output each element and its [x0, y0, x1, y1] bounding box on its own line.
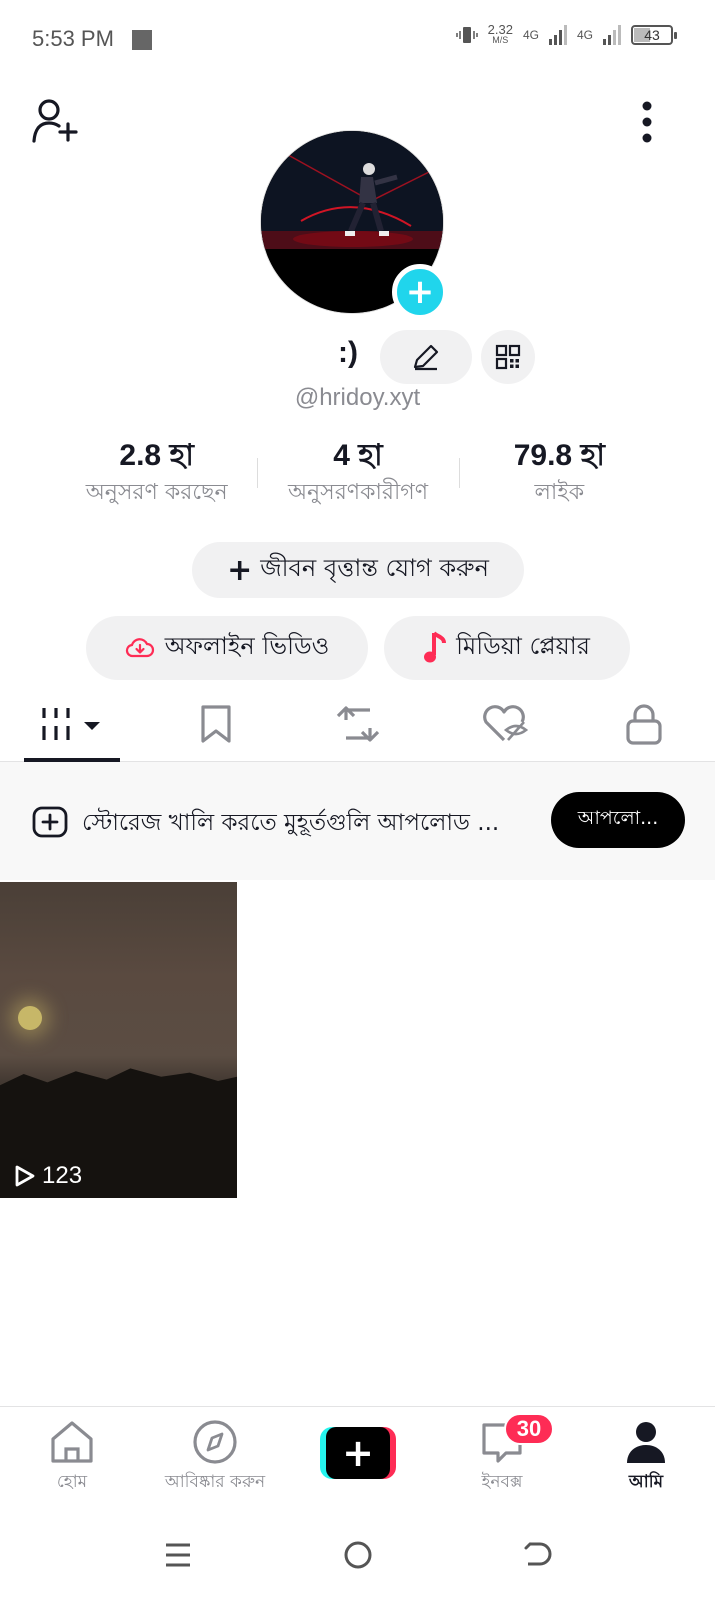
repost-icon	[336, 706, 380, 742]
nav-me-label: আমি	[628, 1472, 664, 1492]
tab-videos[interactable]	[24, 686, 120, 762]
stat-value: 4 হা	[333, 439, 383, 472]
inbox-badge: 30	[504, 1413, 554, 1445]
notification-icon	[132, 30, 152, 50]
bookmark-icon	[201, 705, 231, 743]
bottom-navigation: হোম আবিষ্কার করুন + ইনবক্স 30 আমি	[0, 1406, 715, 1510]
video-view-count: 123	[14, 1162, 82, 1190]
media-player-label: মিডিয়া প্লেয়ার	[456, 632, 590, 660]
grid-icon	[42, 708, 100, 740]
play-icon	[15, 1165, 35, 1187]
tab-private[interactable]	[604, 686, 684, 762]
signal-icon-2	[603, 25, 621, 45]
stat-followers[interactable]: 4 হা অনুসরণকারীগণ	[257, 436, 458, 510]
home-icon	[51, 1421, 93, 1463]
add-user-icon	[32, 99, 78, 143]
qr-code-button[interactable]	[481, 330, 535, 384]
add-friend-button[interactable]	[28, 96, 84, 146]
add-square-icon	[32, 806, 68, 838]
add-story-button[interactable]: +	[392, 264, 448, 320]
back-arrow-icon	[524, 1542, 552, 1566]
nav-discover[interactable]: আবিষ্কার করুন	[152, 1419, 278, 1497]
status-indicators: 2.32 M/S 4G 4G 43	[455, 22, 677, 46]
music-note-icon	[424, 631, 447, 663]
pencil-icon	[413, 344, 439, 371]
nav-home[interactable]: হোম	[40, 1419, 104, 1497]
nav-me[interactable]: আমি	[614, 1419, 678, 1497]
plus-icon: +	[326, 1427, 390, 1479]
stat-label: লাইক	[534, 480, 585, 505]
nav-discover-label: আবিষ্কার করুন	[164, 1472, 266, 1492]
status-bar: 5:53 PM 2.32 M/S 4G 4G 43	[0, 0, 715, 80]
tab-liked[interactable]	[464, 686, 544, 762]
storage-banner-text: স্টোরেজ খালি করতে মুহূর্তগুলি আপলোড ...	[82, 810, 500, 836]
compass-icon	[193, 1420, 237, 1464]
create-button[interactable]: +	[320, 1427, 396, 1479]
stat-value: 79.8 হা	[513, 439, 605, 472]
profile-stats: 2.8 হা অনুসরণ করছেন 4 হা অনুসরণকারীগণ 79…	[56, 436, 660, 510]
vibrate-icon	[455, 27, 478, 43]
video-thumbnail[interactable]: 123	[0, 882, 237, 1198]
status-time: 5:53 PM	[32, 26, 114, 51]
profile-name: :)	[338, 336, 358, 369]
profile-tabs	[0, 686, 715, 762]
qr-code-icon	[495, 344, 521, 370]
nav-inbox-label: ইনবক্স	[481, 1472, 523, 1492]
offline-videos-button[interactable]: অফলাইন ভিডিও	[86, 616, 368, 680]
plus-icon: +	[405, 272, 435, 312]
circle-icon	[344, 1541, 372, 1569]
recents-button[interactable]	[148, 1532, 208, 1578]
stat-label: অনুসরণকারীগণ	[287, 480, 428, 505]
lock-icon	[626, 704, 662, 745]
offline-videos-label: অফলাইন ভিডিও	[164, 632, 330, 660]
home-system-button[interactable]	[328, 1532, 388, 1578]
storage-banner: স্টোরেজ খালি করতে মুহূর্তগুলি আপলোড ... …	[0, 762, 715, 880]
menu-icon	[166, 1543, 190, 1567]
network-type-1: 4G	[522, 28, 539, 42]
plus-icon: +	[227, 552, 253, 588]
media-player-button[interactable]: মিডিয়া প্লেয়ার	[384, 616, 630, 680]
stat-following[interactable]: 2.8 হা অনুসরণ করছেন	[56, 436, 257, 510]
upload-button[interactable]: আপলো...	[551, 792, 685, 848]
thumbnail-sun	[18, 1006, 42, 1030]
add-bio-label: জীবন বৃত্তান্ত যোগ করুন	[260, 554, 489, 582]
system-navigation	[0, 1510, 715, 1600]
more-vertical-icon	[642, 101, 652, 143]
stat-likes[interactable]: 79.8 হা লাইক	[458, 436, 660, 510]
network-type-2: 4G	[576, 28, 593, 42]
profile-icon	[627, 1422, 665, 1463]
tab-reposts[interactable]	[318, 686, 398, 762]
network-speed: 2.32 M/S	[487, 22, 513, 45]
nav-home-label: হোম	[56, 1472, 88, 1492]
view-count-text: 123	[42, 1162, 83, 1189]
signal-icon-1	[548, 25, 567, 45]
back-button[interactable]	[508, 1532, 568, 1578]
more-options-button[interactable]	[632, 98, 662, 146]
stat-label: অনুসরণ করছেন	[85, 480, 228, 505]
cloud-download-icon	[125, 638, 154, 658]
tab-favorites[interactable]	[176, 686, 256, 762]
profile-handle: @hridoy.xyt	[294, 384, 421, 411]
heart-hidden-icon	[483, 705, 528, 742]
edit-profile-button[interactable]	[380, 330, 472, 384]
battery-icon: 43	[631, 25, 677, 45]
add-bio-button[interactable]: + জীবন বৃত্তান্ত যোগ করুন	[192, 542, 524, 598]
stat-value: 2.8 হা	[119, 439, 194, 472]
